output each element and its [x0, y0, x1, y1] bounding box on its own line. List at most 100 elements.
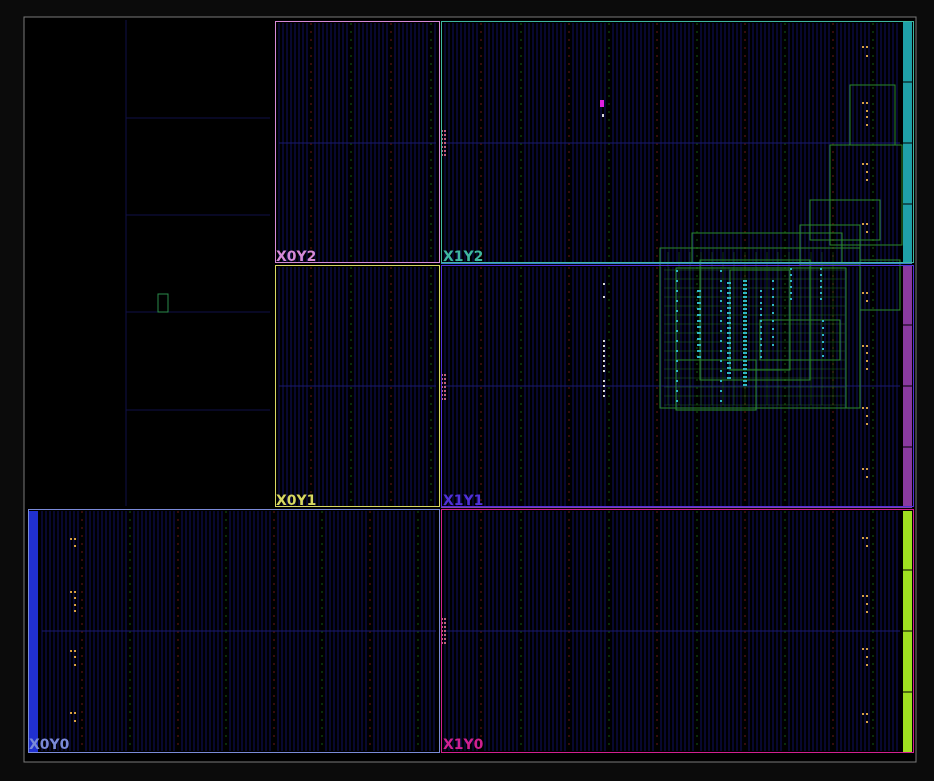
placed-cell [729, 292, 731, 294]
placed-cell [743, 356, 745, 358]
io-marker [444, 626, 446, 628]
io-marker [603, 355, 605, 357]
io-marker [444, 154, 446, 156]
placed-cell [729, 327, 731, 329]
io-marker [866, 110, 868, 112]
placed-cell [729, 332, 731, 334]
placed-cell [699, 326, 701, 328]
io-marker [74, 712, 76, 714]
io-marker [603, 390, 605, 392]
placed-cell [743, 376, 745, 378]
placed-cell [745, 308, 747, 310]
region-label-x0y2[interactable]: X0Y2 [276, 250, 316, 264]
io-marker [444, 390, 446, 392]
placed-cell [720, 340, 722, 342]
placed-cell [743, 380, 745, 382]
placed-cell [697, 338, 699, 340]
io-marker [866, 163, 868, 165]
io-marker [74, 604, 76, 606]
placed-cell [727, 292, 729, 294]
io-marker [866, 231, 868, 233]
placed-cell [697, 290, 699, 292]
placed-cell [745, 300, 747, 302]
placed-cell [772, 344, 774, 346]
placed-cell [743, 328, 745, 330]
io-marker [74, 650, 76, 652]
placed-cell [727, 377, 729, 379]
placed-cell [745, 280, 747, 282]
io-marker [866, 545, 868, 547]
io-marker [866, 102, 868, 104]
placed-cell [697, 326, 699, 328]
io-marker [74, 538, 76, 540]
placed-cell [699, 296, 701, 298]
io-marker [866, 664, 868, 666]
placed-cell [822, 341, 824, 343]
placed-cell [790, 268, 792, 270]
io-marker [444, 134, 446, 136]
placed-cell [729, 377, 731, 379]
placed-cell [720, 390, 722, 392]
placed-cell [760, 302, 762, 304]
region-label-x1y1[interactable]: X1Y1 [443, 494, 483, 508]
io-marker [70, 650, 72, 652]
placed-cell [760, 332, 762, 334]
placed-cell [727, 372, 729, 374]
placed-cell [743, 332, 745, 334]
io-marker [444, 398, 446, 400]
placed-cell [727, 337, 729, 339]
placed-cell [729, 312, 731, 314]
placed-cell [699, 290, 701, 292]
region-label-x0y0[interactable]: X0Y0 [29, 738, 69, 752]
placed-cell [699, 320, 701, 322]
placed-cell [760, 314, 762, 316]
io-marker [866, 415, 868, 417]
placed-cell [745, 292, 747, 294]
placed-cell [822, 334, 824, 336]
placed-cell [727, 322, 729, 324]
placed-cell [745, 352, 747, 354]
placed-cell [676, 340, 678, 342]
background-layer [0, 0, 934, 781]
placed-cell [822, 327, 824, 329]
placed-cell [697, 320, 699, 322]
placed-cell [745, 364, 747, 366]
io-marker [74, 664, 76, 666]
placed-cell [745, 296, 747, 298]
placed-cell [729, 337, 731, 339]
placed-cell [743, 344, 745, 346]
io-marker [866, 300, 868, 302]
io-marker [603, 380, 605, 382]
placed-cell [676, 280, 678, 282]
placed-cell [697, 314, 699, 316]
placed-cell [760, 350, 762, 352]
placed-cell [760, 344, 762, 346]
placed-cell [699, 350, 701, 352]
placed-cell [727, 327, 729, 329]
io-marker [444, 394, 446, 396]
placed-cell [745, 340, 747, 342]
placed-cell [772, 288, 774, 290]
io-marker [862, 537, 864, 539]
placed-cell [697, 296, 699, 298]
placed-cell [727, 347, 729, 349]
region-label-x1y2[interactable]: X1Y2 [443, 250, 483, 264]
region-label-x1y0[interactable]: X1Y0 [443, 738, 483, 752]
placed-cell [720, 320, 722, 322]
io-marker [603, 283, 605, 285]
io-marker [866, 721, 868, 723]
io-marker [603, 340, 605, 342]
io-marker [866, 468, 868, 470]
placed-cell [743, 324, 745, 326]
io-marker [444, 638, 446, 640]
placed-cell [727, 317, 729, 319]
placed-cell [760, 338, 762, 340]
placed-cell [676, 400, 678, 402]
placed-cell [676, 380, 678, 382]
io-marker [862, 345, 864, 347]
placed-cell [760, 326, 762, 328]
device-view-canvas[interactable] [0, 0, 934, 781]
placed-cell [699, 308, 701, 310]
io-marker [603, 345, 605, 347]
region-label-x0y1[interactable]: X0Y1 [276, 494, 316, 508]
